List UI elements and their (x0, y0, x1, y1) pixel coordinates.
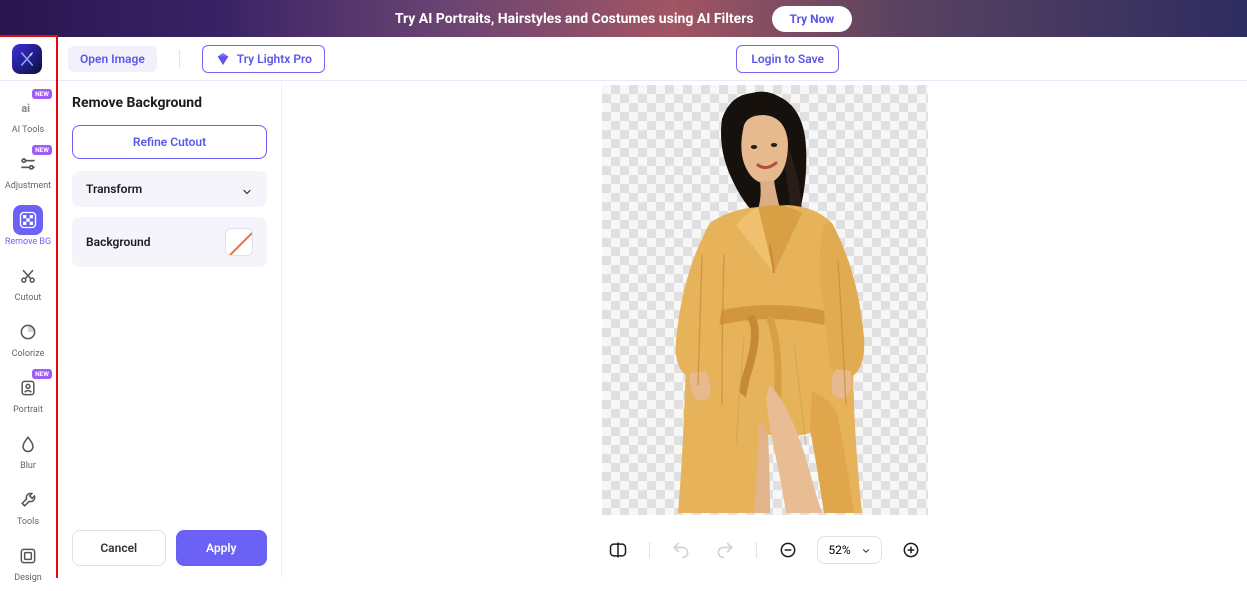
divider (179, 50, 180, 68)
apply-button[interactable]: Apply (176, 530, 268, 566)
promo-banner: Try AI Portraits, Hairstyles and Costume… (0, 0, 1247, 37)
login-save-button[interactable]: Login to Save (736, 45, 839, 73)
try-pro-button[interactable]: Try Lightx Pro (202, 45, 325, 73)
blur-icon (13, 429, 43, 459)
svg-text:ai: ai (21, 102, 30, 115)
main-area: NEW ai AI Tools NEW Adjustment (0, 81, 1247, 578)
wrench-icon (13, 485, 43, 515)
sidebar-item-label: Remove BG (5, 237, 51, 247)
refine-cutout-button[interactable]: Refine Cutout (72, 125, 267, 159)
transform-row[interactable]: Transform (72, 171, 267, 207)
chevron-down-icon (861, 545, 871, 555)
sidebar-item-label: Cutout (15, 293, 42, 303)
sidebar-item-colorize[interactable]: Colorize (0, 311, 56, 367)
sidebar-item-label: Blur (20, 461, 36, 471)
sidebar-item-label: Portrait (13, 405, 43, 415)
options-panel: Remove Background Refine Cutout Transfor… (58, 81, 282, 578)
zoom-out-button[interactable] (773, 535, 803, 565)
new-badge: NEW (32, 369, 52, 379)
design-icon (13, 541, 43, 571)
pro-gem-icon (215, 51, 231, 67)
sidebar-item-label: Colorize (12, 349, 45, 359)
zoom-in-icon (901, 540, 921, 560)
divider (649, 542, 650, 558)
promo-cta-button[interactable]: Try Now (772, 6, 853, 32)
sidebar-item-portrait[interactable]: NEW Portrait (0, 367, 56, 423)
canvas-stage (282, 81, 1247, 522)
cancel-button[interactable]: Cancel (72, 530, 166, 566)
sidebar-item-tools[interactable]: Tools (0, 479, 56, 535)
canvas-area: 52% (282, 81, 1247, 578)
new-badge: NEW (32, 145, 52, 155)
sidebar-item-label: Adjustment (5, 181, 51, 191)
sidebar-item-cutout[interactable]: Cutout (0, 255, 56, 311)
background-none-swatch[interactable] (225, 228, 253, 256)
sidebar-item-blur[interactable]: Blur (0, 423, 56, 479)
zoom-value: 52% (828, 543, 850, 557)
new-badge: NEW (32, 89, 52, 99)
panel-footer: Cancel Apply (72, 518, 267, 578)
remove-bg-icon (13, 205, 43, 235)
app-logo[interactable] (12, 44, 42, 74)
sidebar-item-label: Design (14, 573, 42, 583)
chevron-down-icon (241, 183, 253, 195)
undo-icon (671, 540, 691, 560)
transform-label: Transform (86, 182, 142, 196)
compare-button[interactable] (603, 535, 633, 565)
redo-button[interactable] (710, 535, 740, 565)
canvas[interactable] (602, 85, 928, 515)
top-bar: Open Image Try Lightx Pro Login to Save (0, 37, 1247, 81)
zoom-select[interactable]: 52% (817, 536, 881, 564)
panel-title: Remove Background (72, 95, 267, 111)
colorize-icon (13, 317, 43, 347)
background-row[interactable]: Background (72, 217, 267, 267)
divider (756, 542, 757, 558)
background-label: Background (86, 235, 150, 249)
logo-x-icon (18, 50, 36, 68)
sidebar-item-ai-tools[interactable]: NEW ai AI Tools (0, 87, 56, 143)
scissors-icon (13, 261, 43, 291)
sidebar-item-label: Tools (17, 517, 39, 527)
zoom-out-icon (778, 540, 798, 560)
zoom-in-button[interactable] (896, 535, 926, 565)
redo-icon (715, 540, 735, 560)
subject-figure (602, 85, 928, 515)
promo-text: Try AI Portraits, Hairstyles and Costume… (395, 11, 754, 27)
undo-button[interactable] (666, 535, 696, 565)
sidebar-item-adjustment[interactable]: NEW Adjustment (0, 143, 56, 199)
left-sidebar: NEW ai AI Tools NEW Adjustment (0, 81, 58, 578)
try-pro-label: Try Lightx Pro (237, 52, 312, 66)
split-compare-icon (608, 540, 628, 560)
sidebar-item-label: AI Tools (12, 125, 44, 135)
canvas-bottom-bar: 52% (282, 522, 1247, 578)
sidebar-item-remove-bg[interactable]: Remove BG (0, 199, 56, 255)
open-image-button[interactable]: Open Image (68, 46, 157, 72)
sidebar-item-design[interactable]: Design (0, 535, 56, 591)
